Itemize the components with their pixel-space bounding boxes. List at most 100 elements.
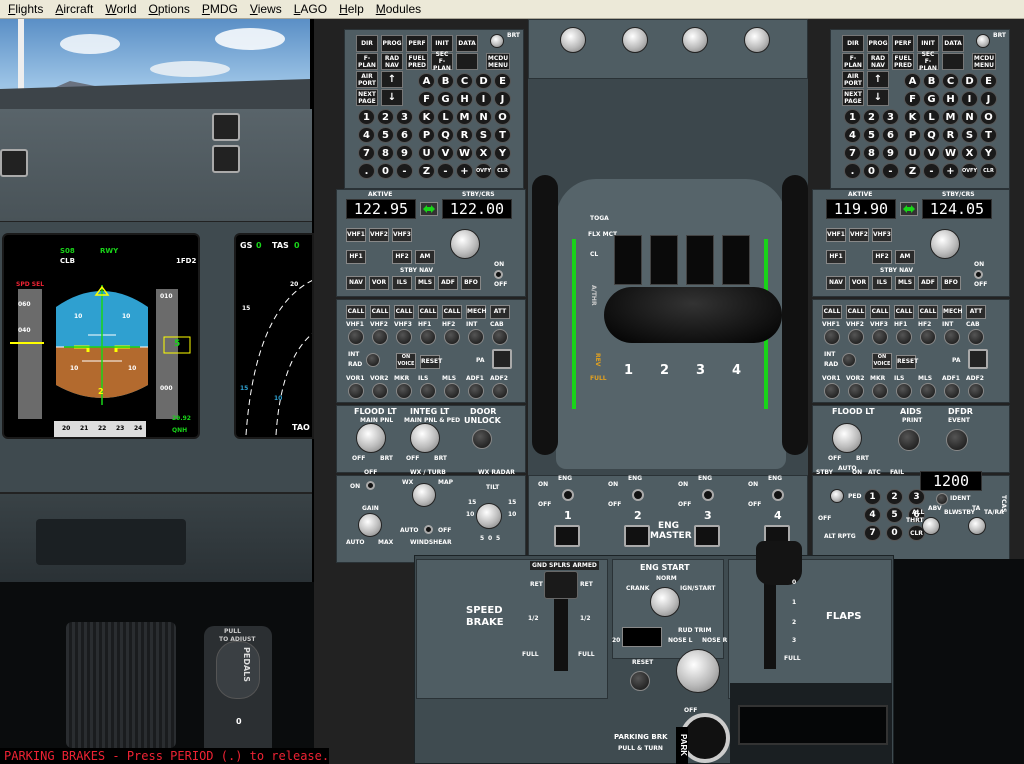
cdu-left-up-key[interactable]: ↑ — [381, 71, 403, 88]
cdu-right-key-17[interactable]: R — [942, 127, 959, 143]
acp-right-knob-6[interactable] — [968, 329, 984, 345]
atc-key-1[interactable]: 2 — [886, 489, 903, 505]
cdu-right-key-7[interactable]: H — [942, 91, 959, 107]
rmp-right-vhf1[interactable]: VHF1 — [826, 228, 846, 242]
acp-right-pa-button[interactable] — [968, 349, 988, 369]
acp-right-nav-knob-1[interactable] — [848, 383, 864, 399]
rmp-left-hf2[interactable]: HF2 — [392, 250, 412, 264]
cdu-right-key-4[interactable]: E — [980, 73, 997, 89]
acp-left-pa-button[interactable] — [492, 349, 512, 369]
thrust-lever-2[interactable] — [650, 235, 678, 285]
rmp-left-vhf1[interactable]: VHF1 — [346, 228, 366, 242]
acp-right-knob-2[interactable] — [872, 329, 888, 345]
glareshield-button-1[interactable] — [212, 113, 240, 141]
acp-left-knob-6[interactable] — [492, 329, 508, 345]
tcas-range-knob[interactable] — [968, 517, 986, 535]
acp-left-knob-0[interactable] — [348, 329, 364, 345]
rmp-right-ils[interactable]: ILS — [872, 276, 892, 290]
rmp-right-adf[interactable]: ADF — [918, 276, 938, 290]
cdu-right-init-key[interactable]: INIT — [917, 35, 939, 52]
acp-left-call-0[interactable]: CALL — [346, 305, 366, 319]
rmp-left-vhf2[interactable]: VHF2 — [369, 228, 389, 242]
cdu-left-digit-7[interactable]: 8 — [377, 145, 394, 161]
cdu-left-nextpage-key[interactable]: NEXT PAGE — [356, 89, 378, 106]
cdu-left-key-18[interactable]: S — [475, 127, 492, 143]
rmp-right-vhf3[interactable]: VHF3 — [872, 228, 892, 242]
rmp-left-power-switch[interactable] — [494, 270, 503, 279]
cdu-left-key-14[interactable]: O — [494, 109, 511, 125]
cdu-left-key-29[interactable]: CLR — [494, 163, 511, 179]
rmp-right-vor[interactable]: VOR — [849, 276, 869, 290]
atc-key-6[interactable]: 7 — [864, 525, 881, 541]
cdu-left-digit-1[interactable]: 2 — [377, 109, 394, 125]
acp-right-reset[interactable]: RESET — [896, 355, 918, 369]
cdu-left-blank-key[interactable] — [456, 53, 478, 70]
cdu-left-brt-knob[interactable] — [490, 34, 504, 48]
acp-right-nav-knob-6[interactable] — [968, 383, 984, 399]
atc-key-3[interactable]: 4 — [864, 507, 881, 523]
cdu-right-key-11[interactable]: L — [923, 109, 940, 125]
windshear-switch[interactable] — [424, 525, 433, 534]
cdu-right-key-20[interactable]: U — [904, 145, 921, 161]
eng-master-switch-2[interactable] — [702, 489, 714, 501]
cdu-left-digit-10[interactable]: 0 — [377, 163, 394, 179]
atc-ident-button[interactable] — [936, 493, 948, 505]
cdu-left-digit-0[interactable]: 1 — [358, 109, 375, 125]
lighting-knob-3[interactable] — [682, 27, 708, 53]
cdu-right-key-10[interactable]: K — [904, 109, 921, 125]
cdu-right-brt-knob[interactable] — [976, 34, 990, 48]
rmp-left-adf[interactable]: ADF — [438, 276, 458, 290]
thrust-lever-bar[interactable] — [604, 287, 782, 343]
cdu-right-key-21[interactable]: V — [923, 145, 940, 161]
cdu-right-nextpage-key[interactable]: NEXT PAGE — [842, 89, 864, 106]
thrust-lever-1[interactable] — [614, 235, 642, 285]
cdu-left-key-17[interactable]: R — [456, 127, 473, 143]
rmp-right-hf2[interactable]: HF2 — [872, 250, 892, 264]
wx-power-switch[interactable] — [366, 481, 375, 490]
acp-right-call-1[interactable]: CALL — [846, 305, 866, 319]
acp-left-call-5[interactable]: MECH — [466, 305, 487, 319]
acp-right-nav-knob-5[interactable] — [944, 383, 960, 399]
lighting-knob-4[interactable] — [744, 27, 770, 53]
acp-right-knob-5[interactable] — [944, 329, 960, 345]
menu-help[interactable]: Help — [333, 0, 370, 19]
acp-left-nav-knob-2[interactable] — [396, 383, 412, 399]
rmp-left-vor[interactable]: VOR — [369, 276, 389, 290]
cdu-right-digit-10[interactable]: 0 — [863, 163, 880, 179]
cdu-right-prog-key[interactable]: PROG — [867, 35, 889, 52]
cdu-right-digit-0[interactable]: 1 — [844, 109, 861, 125]
cdu-right-key-25[interactable]: Z — [904, 163, 921, 179]
cdu-left-key-23[interactable]: X — [475, 145, 492, 161]
cdu-right-key-3[interactable]: D — [961, 73, 978, 89]
wx-gain-knob[interactable] — [358, 513, 382, 537]
cdu-right-key-1[interactable]: B — [923, 73, 940, 89]
thrust-lever-3[interactable] — [686, 235, 714, 285]
cdu-left-digit-6[interactable]: 7 — [358, 145, 375, 161]
rmp-right-am[interactable]: AM — [895, 250, 915, 264]
acp-right-intrad-switch[interactable] — [842, 353, 856, 367]
cdu-right-fplan-key[interactable]: F-PLAN — [842, 53, 864, 70]
cdu-left-key-16[interactable]: Q — [437, 127, 454, 143]
cdu-right-key-5[interactable]: F — [904, 91, 921, 107]
eng-master-switch-3[interactable] — [772, 489, 784, 501]
acp-right-nav-knob-2[interactable] — [872, 383, 888, 399]
cdu-left-key-8[interactable]: I — [475, 91, 492, 107]
cdu-right-digit-7[interactable]: 8 — [863, 145, 880, 161]
cdu-left-prog-key[interactable]: PROG — [381, 35, 403, 52]
cdu-right-key-28[interactable]: OVFY — [961, 163, 978, 179]
acp-left-knob-2[interactable] — [396, 329, 412, 345]
cdu-right-key-18[interactable]: S — [961, 127, 978, 143]
cdu-right-blank-key[interactable] — [942, 53, 964, 70]
lighting-knob-2[interactable] — [622, 27, 648, 53]
menu-pmdg[interactable]: PMDG — [196, 0, 244, 19]
menu-lago[interactable]: LAGO — [288, 0, 333, 19]
rmp-left-vhf3[interactable]: VHF3 — [392, 228, 412, 242]
cdu-right-fuelpred-key[interactable]: FUEL PRED — [892, 53, 914, 70]
acp-left-knob-3[interactable] — [420, 329, 436, 345]
menu-options[interactable]: Options — [143, 0, 196, 19]
cdu-left-airport-key[interactable]: AIR PORT — [356, 71, 378, 88]
integ-lt-knob[interactable] — [410, 423, 440, 453]
cdu-right-digit-9[interactable]: . — [844, 163, 861, 179]
cdu-left-init-key[interactable]: INIT — [431, 35, 453, 52]
thrust-lever-4[interactable] — [722, 235, 750, 285]
